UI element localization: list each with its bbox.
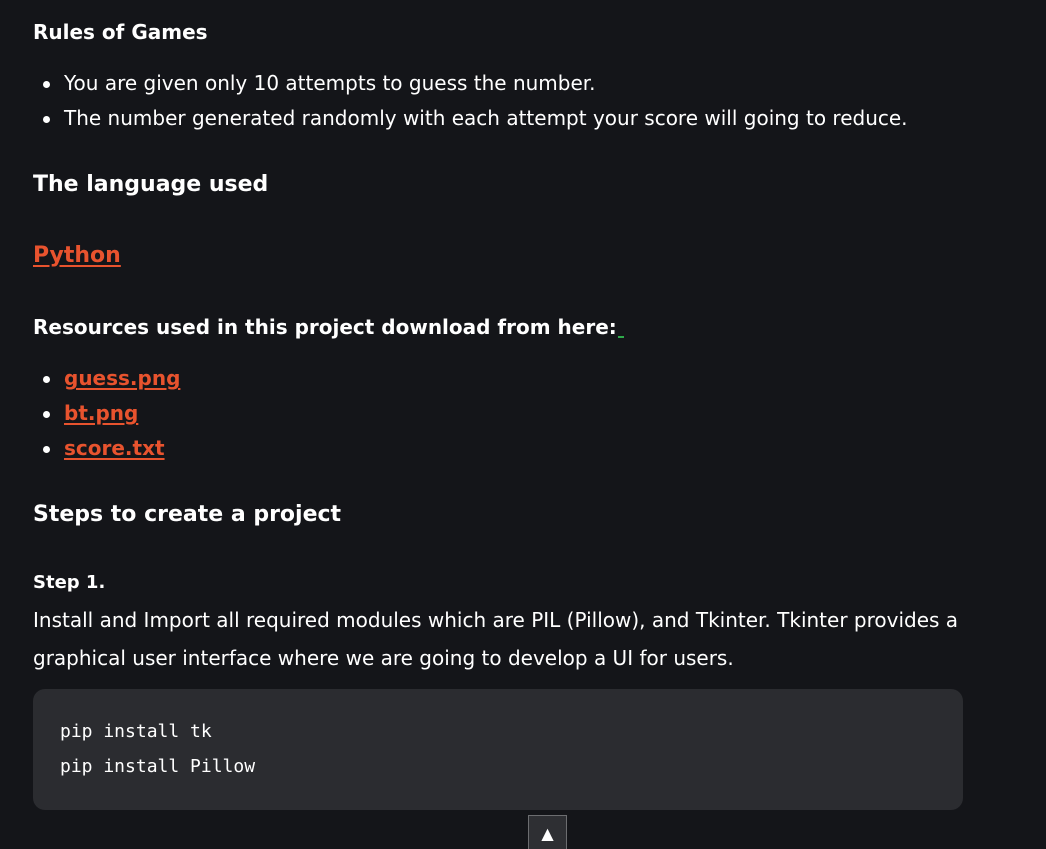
code-line: pip install Pillow: [60, 756, 256, 777]
resources-heading: Resources used in this project download …: [33, 315, 624, 339]
resources-heading-text: Resources used in this project download …: [33, 315, 617, 339]
resources-list: guess.png bt.png score.txt: [33, 361, 180, 466]
list-item: score.txt: [33, 431, 180, 466]
resource-link-score[interactable]: score.txt: [64, 436, 165, 460]
resource-link-bt[interactable]: bt.png: [64, 401, 138, 425]
scroll-to-top-button[interactable]: ▲: [528, 815, 567, 849]
list-item: The number generated randomly with each …: [33, 101, 908, 136]
rules-list: You are given only 10 attempts to guess …: [33, 66, 908, 136]
steps-heading: Steps to create a project: [33, 502, 342, 527]
step-1-title: Step 1.: [33, 572, 106, 593]
resources-underscore-link[interactable]: [617, 336, 624, 338]
rules-heading: Rules of Games: [33, 20, 208, 44]
python-link[interactable]: Python: [33, 243, 121, 268]
resource-link-guess[interactable]: guess.png: [64, 366, 180, 390]
arrow-up-icon: ▲: [541, 824, 554, 843]
language-heading: The language used: [33, 172, 269, 197]
list-item: bt.png: [33, 396, 180, 431]
code-line: pip install tk: [60, 721, 212, 742]
list-item: guess.png: [33, 361, 180, 396]
list-item: You are given only 10 attempts to guess …: [33, 66, 908, 101]
code-block[interactable]: pip install tk pip install Pillow: [33, 689, 963, 810]
step-1-description: Install and Import all required modules …: [33, 608, 959, 670]
